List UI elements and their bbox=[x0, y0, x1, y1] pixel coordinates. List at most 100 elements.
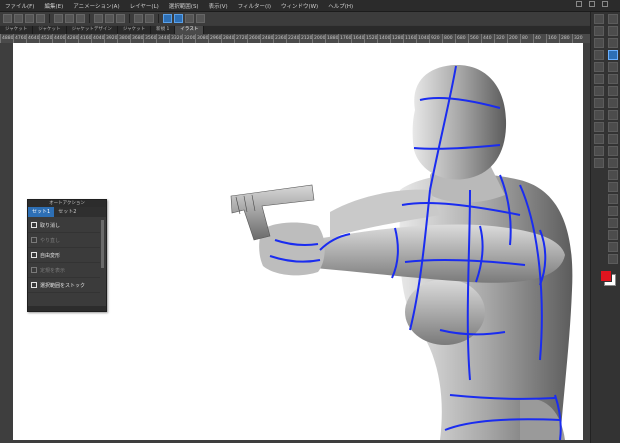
file-icon[interactable] bbox=[594, 158, 604, 168]
ruler-tick: 4760 bbox=[13, 34, 27, 43]
zoom-icon[interactable] bbox=[608, 14, 618, 24]
open-icon[interactable] bbox=[14, 14, 23, 23]
tab-illustration[interactable]: イラスト bbox=[175, 26, 205, 34]
eyedropper-icon[interactable] bbox=[608, 74, 618, 84]
eraser-icon[interactable] bbox=[608, 146, 618, 156]
menu-animation[interactable]: アニメーション(A) bbox=[68, 2, 124, 10]
clear-icon[interactable] bbox=[94, 14, 103, 23]
blend-icon[interactable] bbox=[608, 158, 618, 168]
line-icon[interactable] bbox=[594, 110, 604, 120]
tab-jacket-design[interactable]: ジャケットデザイン bbox=[67, 26, 118, 34]
ruler-tick: 4520 bbox=[39, 34, 53, 43]
ruler-tick: 160 bbox=[546, 34, 559, 43]
hands bbox=[259, 222, 325, 276]
action-redo[interactable]: やり直し bbox=[28, 233, 100, 248]
ruler-tick: 3440 bbox=[156, 34, 170, 43]
ruler-tick: 560 bbox=[468, 34, 481, 43]
toolbar-divider bbox=[49, 14, 50, 23]
tab-jacket[interactable]: ジャケット bbox=[33, 26, 67, 34]
ruler-icon[interactable] bbox=[608, 218, 618, 228]
main-color-swatch[interactable] bbox=[600, 270, 612, 282]
fill-icon[interactable] bbox=[608, 170, 618, 180]
move-icon[interactable] bbox=[608, 38, 618, 48]
ruler-tick: 2120 bbox=[299, 34, 313, 43]
navigator-icon[interactable] bbox=[594, 14, 604, 24]
text-icon[interactable] bbox=[594, 98, 604, 108]
panel-icon[interactable] bbox=[594, 122, 604, 132]
text-tool-icon[interactable] bbox=[608, 230, 618, 240]
hand-icon[interactable] bbox=[608, 26, 618, 36]
toolbar-divider bbox=[129, 14, 130, 23]
save-icon[interactable] bbox=[25, 14, 34, 23]
selection-icon bbox=[31, 282, 37, 288]
ruler-tick: 800 bbox=[442, 34, 455, 43]
window-controls bbox=[576, 1, 608, 7]
deco-icon[interactable] bbox=[608, 134, 618, 144]
balloon-icon[interactable] bbox=[608, 242, 618, 252]
menu-window[interactable]: ウィンドウ(W) bbox=[276, 2, 323, 10]
close-icon[interactable] bbox=[602, 1, 608, 7]
new-file-icon[interactable] bbox=[3, 14, 12, 23]
ruler-tick: 320 bbox=[494, 34, 507, 43]
panel-scrollbar[interactable] bbox=[101, 220, 104, 268]
panel-title[interactable]: オートアクション bbox=[28, 200, 106, 207]
gradient-icon[interactable] bbox=[608, 182, 618, 192]
tab-jacket[interactable]: ジャケット bbox=[118, 26, 152, 34]
ruler-tick: 4880 bbox=[0, 34, 14, 43]
frame-border-icon[interactable] bbox=[608, 206, 618, 216]
menu-help[interactable]: ヘルプ(H) bbox=[323, 2, 358, 10]
book-icon[interactable] bbox=[594, 62, 604, 72]
ruler-tick: 2000 bbox=[312, 34, 326, 43]
menu-selection[interactable]: 選択範囲(S) bbox=[164, 2, 204, 10]
wand-icon[interactable] bbox=[608, 62, 618, 72]
tab-new-1[interactable]: 新規 1 bbox=[151, 26, 176, 34]
pen-icon[interactable] bbox=[608, 86, 618, 96]
page-icon[interactable] bbox=[594, 50, 604, 60]
pencil-icon[interactable] bbox=[608, 98, 618, 108]
gear-icon[interactable] bbox=[594, 146, 604, 156]
line-correction-icon[interactable] bbox=[174, 14, 183, 23]
snap-icon[interactable] bbox=[196, 14, 205, 23]
ruler-tick: 3920 bbox=[104, 34, 118, 43]
action-show-ruler[interactable]: 定規を表示 bbox=[28, 263, 100, 278]
undo-icon[interactable] bbox=[54, 14, 63, 23]
tab-jacket[interactable]: ジャケット bbox=[0, 26, 34, 34]
action-undo[interactable]: 取り消し bbox=[28, 218, 100, 233]
ruler-tick: 4280 bbox=[65, 34, 79, 43]
list-icon[interactable] bbox=[594, 134, 604, 144]
layer-icon[interactable] bbox=[594, 26, 604, 36]
action-stock-selection[interactable]: 選択範囲をストック bbox=[28, 278, 100, 293]
correct-icon[interactable] bbox=[608, 254, 618, 264]
menu-view[interactable]: 表示(V) bbox=[204, 2, 233, 10]
redo-icon[interactable] bbox=[65, 14, 74, 23]
transform-icon[interactable] bbox=[116, 14, 125, 23]
ruler-tick: 4400 bbox=[52, 34, 66, 43]
deselect-icon[interactable] bbox=[134, 14, 143, 23]
menu-file[interactable]: ファイル(F) bbox=[0, 2, 39, 10]
sub-tool-column bbox=[592, 12, 606, 169]
action-free-transform[interactable]: 自由変形 bbox=[28, 248, 100, 263]
horizontal-ruler: 4880 4760 4640 4520 4400 4280 4160 4040 3920 3800… bbox=[0, 34, 590, 43]
stabilizer-icon[interactable] bbox=[185, 14, 194, 23]
minimize-icon[interactable] bbox=[576, 1, 582, 7]
airbrush-icon[interactable] bbox=[608, 122, 618, 132]
select-icon[interactable] bbox=[608, 50, 618, 60]
menu-edit[interactable]: 編集(E) bbox=[39, 2, 68, 10]
maximize-icon[interactable] bbox=[589, 1, 595, 7]
frame-icon[interactable] bbox=[594, 86, 604, 96]
menu-layer[interactable]: レイヤー(L) bbox=[125, 2, 164, 10]
delete-icon[interactable] bbox=[76, 14, 85, 23]
tab-set-1[interactable]: セット1 bbox=[28, 207, 55, 217]
brush-icon[interactable] bbox=[608, 110, 618, 120]
pen-pressure-icon[interactable] bbox=[163, 14, 172, 23]
print-icon[interactable] bbox=[36, 14, 45, 23]
copy-icon[interactable] bbox=[594, 74, 604, 84]
figure-icon[interactable] bbox=[608, 194, 618, 204]
auto-action-panel: オートアクション セット1 セット2 取り消し やり直し 自由変形 定規を表示 … bbox=[27, 199, 107, 312]
ruler-tick: 3560 bbox=[143, 34, 157, 43]
fill-icon[interactable] bbox=[105, 14, 114, 23]
menu-filter[interactable]: フィルター(I) bbox=[233, 2, 276, 10]
folder-icon[interactable] bbox=[594, 38, 604, 48]
tab-set-2[interactable]: セット2 bbox=[54, 207, 80, 217]
invert-selection-icon[interactable] bbox=[145, 14, 154, 23]
